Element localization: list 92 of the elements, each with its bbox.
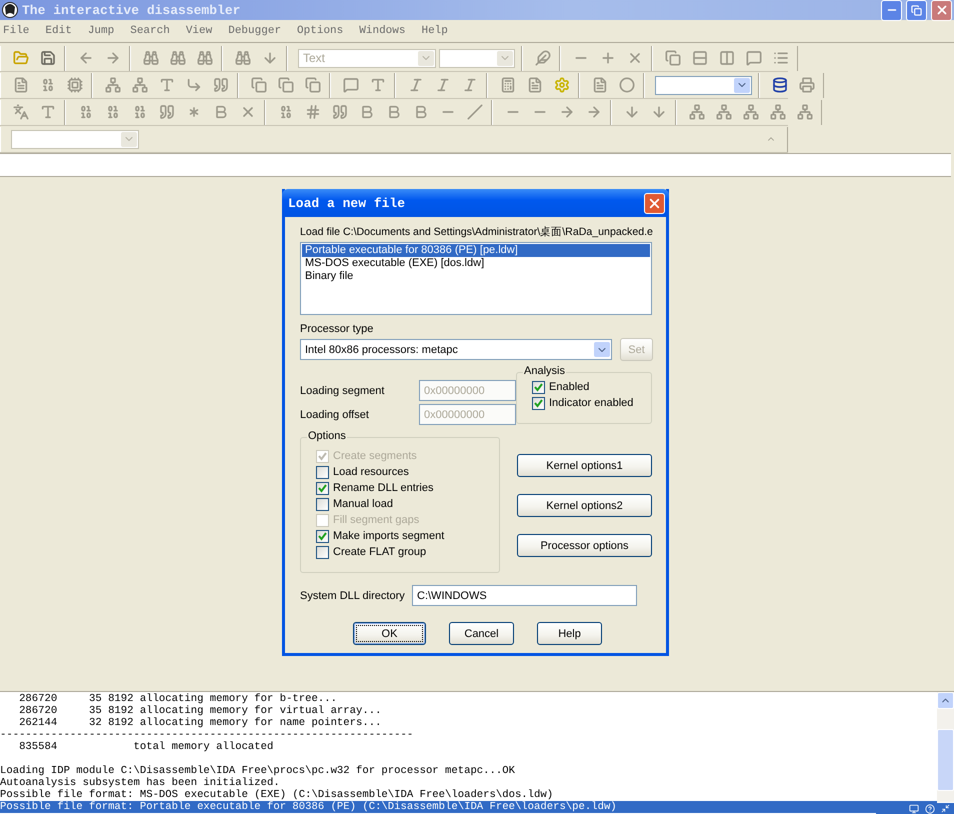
- binoculars-icon[interactable]: [168, 48, 188, 68]
- comment-icon[interactable]: [341, 75, 361, 95]
- log-line: 286720 35 8192 allocating memory for virtual array...: [18, 705, 382, 717]
- list-item[interactable]: Portable executable for 80386 (PE) [pe.ldw]: [302, 244, 650, 257]
- options-button[interactable]: Processor options: [517, 534, 652, 557]
- close-button[interactable]: [931, 0, 952, 20]
- menu-item[interactable]: Options: [297, 25, 344, 37]
- scrollbar[interactable]: [937, 692, 954, 802]
- log-line: Possible file format: MS-DOS executable (EXE) (C:\Disassemble\IDA Free\loaders\dos.ldw): [0, 789, 554, 801]
- checkbox[interactable]: Load resources: [316, 465, 499, 479]
- tree-icon[interactable]: [768, 102, 788, 122]
- log-line: 835584 total memory allocated: [18, 741, 274, 753]
- checkmark-icon: [318, 532, 327, 540]
- language-icon[interactable]: [11, 102, 31, 122]
- minimize-button[interactable]: [881, 0, 902, 20]
- printer-icon[interactable]: [797, 75, 817, 95]
- log-line: 262144 32 8192 allocating memory for name pointers...: [18, 717, 382, 729]
- app-logo-icon: [2, 1, 18, 19]
- load-file-label: Load file C:\Documents and Settings\Administrator\桌面\RaDa_unpacked.e: [300, 225, 654, 239]
- columns-icon[interactable]: [717, 48, 737, 68]
- combobox[interactable]: [655, 76, 752, 94]
- feather-icon[interactable]: [533, 48, 553, 68]
- field-label: Loading segment: [300, 384, 384, 396]
- quote-icon[interactable]: [157, 102, 177, 122]
- field-label: System DLL directory: [300, 590, 406, 602]
- rows-icon[interactable]: [690, 48, 710, 68]
- group-title: Options: [307, 430, 347, 442]
- tree-icon[interactable]: [714, 102, 734, 122]
- close-button[interactable]: [644, 192, 665, 214]
- binoculars-icon[interactable]: [233, 48, 253, 68]
- checkbox[interactable]: Rename DLL entries: [316, 481, 499, 495]
- list-item[interactable]: MS-DOS executable (EXE) [dos.ldw]: [302, 257, 650, 270]
- database-icon[interactable]: [770, 75, 790, 95]
- close-icon: [934, 3, 948, 17]
- menu-item[interactable]: File: [3, 25, 30, 37]
- combobox[interactable]: [439, 48, 515, 68]
- list-item[interactable]: Binary file: [302, 270, 650, 283]
- tree-icon[interactable]: [687, 102, 707, 122]
- log-line: -----------------------------------------------------------------: [0, 729, 414, 741]
- checkbox[interactable]: Manual load: [316, 497, 499, 511]
- checkbox[interactable]: Indicator enabled: [532, 396, 651, 410]
- checkbox[interactable]: Make imports segment: [316, 529, 499, 543]
- chip-icon[interactable]: [65, 75, 85, 95]
- dialog-button[interactable]: Cancel: [449, 622, 514, 645]
- dialog-button[interactable]: Help: [537, 622, 602, 645]
- options-button[interactable]: Kernel options1: [517, 454, 652, 477]
- log-line: 286720 35 8192 allocating memory for b-tree...: [18, 693, 338, 705]
- checkbox[interactable]: Enabled: [532, 380, 651, 394]
- checkmark-icon: [318, 484, 327, 492]
- checkmark-icon: [318, 452, 327, 460]
- quote-icon[interactable]: [211, 75, 231, 95]
- combobox[interactable]: [11, 130, 139, 148]
- dialog-title: Load a new file: [288, 196, 406, 210]
- windows-icon[interactable]: [663, 48, 683, 68]
- restore-icon: [911, 4, 922, 16]
- monitor-icon[interactable]: [909, 804, 919, 814]
- tree-icon[interactable]: [795, 102, 815, 122]
- menu-item[interactable]: Windows: [359, 25, 406, 37]
- slash-icon[interactable]: [465, 102, 485, 122]
- window-title: The interactive disassembler: [22, 2, 242, 18]
- structure-icon[interactable]: [103, 75, 123, 95]
- group-title: Analysis: [523, 365, 566, 377]
- comment-icon[interactable]: [744, 48, 764, 68]
- menu-item[interactable]: Debugger: [228, 25, 282, 37]
- windows-icon[interactable]: [276, 75, 296, 95]
- gear-icon[interactable]: [552, 75, 572, 95]
- options-button[interactable]: Kernel options2: [517, 494, 652, 517]
- menu-item[interactable]: View: [186, 25, 212, 37]
- field-label: Loading offset: [300, 408, 369, 420]
- help-icon[interactable]: [925, 804, 935, 814]
- log-line: Loading IDP module C:\Disassemble\IDA Free\procs\pc.w32 for processor metapc...OK: [0, 765, 516, 777]
- log-line: Autoanalysis subsystem has been initialized.: [0, 777, 281, 789]
- restore-button[interactable]: [906, 0, 927, 20]
- dialog-button[interactable]: OK: [353, 622, 426, 645]
- menu-item[interactable]: Edit: [45, 25, 72, 37]
- windows-icon[interactable]: [249, 75, 269, 95]
- tree-icon[interactable]: [741, 102, 761, 122]
- processor-label: Processor type: [300, 323, 374, 335]
- checkbox[interactable]: Create FLAT group: [316, 545, 499, 559]
- input-field[interactable]: C:\WINDOWS: [412, 585, 637, 606]
- structure-icon[interactable]: [130, 75, 150, 95]
- processor-combobox[interactable]: Intel 80x86 processors: metapc: [300, 339, 612, 360]
- binoculars-icon[interactable]: [141, 48, 161, 68]
- format-list[interactable]: Portable executable for 80386 (PE) [pe.ldw] MS-DOS executable (EXE) [dos.ldw] Binary file: [300, 242, 652, 315]
- menu-item[interactable]: Help: [421, 25, 448, 37]
- menu-item[interactable]: Jump: [88, 25, 114, 37]
- circle-icon[interactable]: [617, 75, 637, 95]
- quote-icon[interactable]: [330, 102, 350, 122]
- windows-icon[interactable]: [303, 75, 323, 95]
- binoculars-icon[interactable]: [195, 48, 215, 68]
- save-icon[interactable]: [38, 48, 58, 68]
- menu-item[interactable]: Search: [130, 25, 170, 37]
